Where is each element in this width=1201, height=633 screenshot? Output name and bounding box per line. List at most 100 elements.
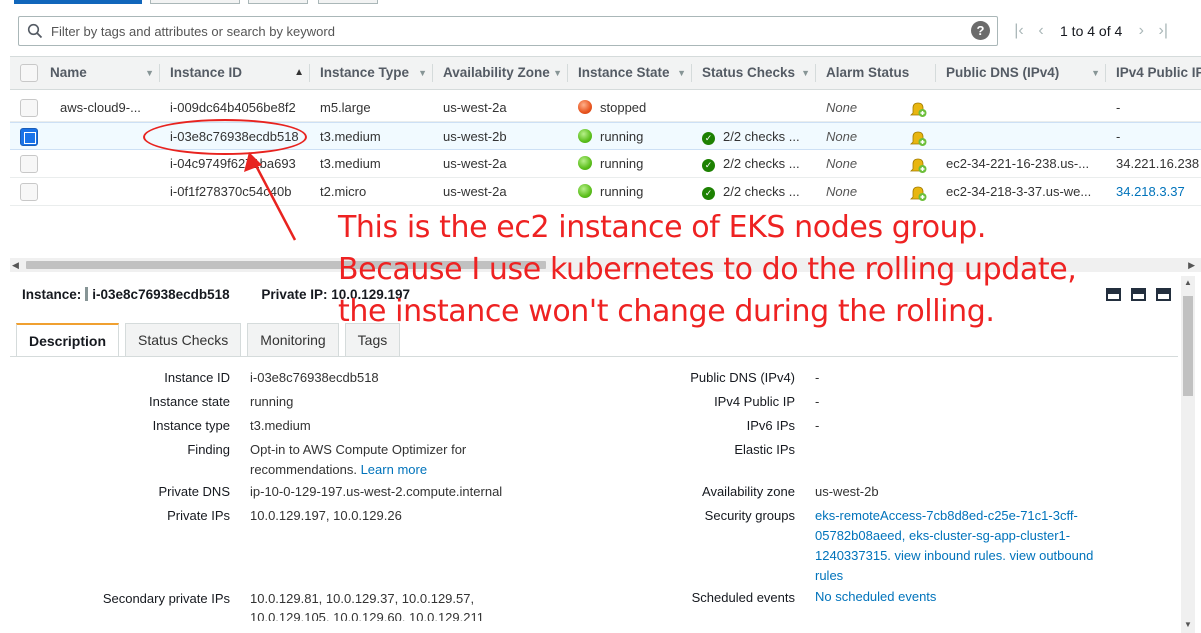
field-value-secondary-ips: 10.0.129.81, 10.0.129.37, 10.0.129.57, [250, 591, 475, 606]
column-header-instance-id[interactable]: Instance ID ▲ [160, 57, 310, 89]
annotation-line: Because I use kubernetes to do the rolli… [338, 252, 1077, 287]
running-status-icon [578, 129, 592, 143]
scroll-down-icon[interactable]: ▼ [1184, 620, 1192, 629]
tab-monitoring[interactable]: Monitoring [247, 323, 339, 357]
column-label: Public DNS (IPv4) [946, 65, 1060, 80]
column-header-alarm-status[interactable]: Alarm Status [816, 57, 936, 89]
scrollbar-thumb[interactable] [1183, 296, 1193, 396]
help-icon[interactable]: ? [971, 21, 990, 40]
minimize-panel-icon[interactable] [1156, 288, 1171, 301]
column-header-public-dns[interactable]: Public DNS (IPv4) ▼ [936, 57, 1106, 89]
learn-more-link[interactable]: Learn more [361, 462, 427, 477]
check-icon: ✓ [702, 132, 715, 145]
toolbar-button[interactable] [248, 0, 308, 4]
cell-availability-zone: us-west-2a [443, 100, 507, 115]
row-checkbox[interactable] [20, 128, 38, 146]
field-label-availability-zone: Availability zone [702, 484, 795, 499]
cell-public-dns: ec2-34-221-16-238.us-... [946, 156, 1090, 171]
column-label: Name [50, 65, 87, 80]
last-page-icon[interactable]: ›| [1152, 22, 1174, 40]
cell-public-dns: ec2-34-218-3-37.us-we... [946, 184, 1092, 199]
tab-status-checks[interactable]: Status Checks [125, 323, 242, 357]
column-label: Instance Type [320, 65, 410, 80]
row-checkbox[interactable] [20, 183, 38, 201]
cell-status-checks: ✓ 2/2 checks ... [702, 178, 812, 206]
vertical-scrollbar[interactable]: ▲ ▼ [1181, 276, 1195, 633]
prev-page-icon[interactable]: ‹ [1030, 22, 1052, 40]
column-header-name[interactable]: Name ▼ [50, 57, 160, 89]
field-value-security-groups: eks-remoteAccess-7cb8d8ed-c25e-71c1-3cff… [815, 506, 1107, 586]
cell-name [60, 123, 155, 151]
private-ip-label: Private IP: [261, 287, 328, 302]
table-row[interactable]: aws-cloud9-... i-009dc64b4056be8f2 m5.la… [10, 94, 1201, 122]
column-label: IPv4 Public IP [1116, 65, 1201, 80]
cell-instance-type: m5.large [320, 100, 371, 115]
checks-text: 2/2 checks ... [723, 129, 800, 144]
field-label-security-groups: Security groups [704, 508, 795, 523]
scroll-left-icon[interactable]: ◀ [12, 260, 19, 271]
field-label-instance-state: Instance state [149, 394, 230, 409]
launch-instance-button[interactable] [14, 0, 142, 4]
first-page-icon[interactable]: |‹ [1008, 22, 1030, 40]
field-value-availability-zone: us-west-2b [815, 484, 879, 499]
scroll-up-icon[interactable]: ▲ [1184, 278, 1192, 287]
annotation-ellipse [143, 119, 307, 155]
field-value-private-ips: 10.0.129.197, 10.0.129.26 [250, 508, 402, 523]
field-value-scheduled-events[interactable]: No scheduled events [815, 587, 936, 607]
column-label: Instance State [578, 65, 670, 80]
column-header-instance-state[interactable]: Instance State ▼ [568, 57, 692, 89]
select-all-checkbox[interactable] [20, 64, 38, 82]
field-label-public-dns: Public DNS (IPv4) [690, 370, 795, 385]
cell-instance-id: i-0f1f278370c54c40b [170, 184, 292, 199]
column-header-instance-type[interactable]: Instance Type ▼ [310, 57, 433, 89]
create-alarm-icon[interactable] [909, 156, 927, 174]
field-value-instance-type: t3.medium [250, 418, 311, 433]
toolbar-button[interactable] [318, 0, 378, 4]
annotation-line: This is the ec2 instance of EKS nodes gr… [338, 210, 987, 245]
cell-public-ip: - [1116, 129, 1121, 144]
chevron-down-icon: ▼ [1091, 68, 1100, 78]
cell-instance-type: t3.medium [320, 156, 381, 171]
column-header-status-checks[interactable]: Status Checks ▼ [692, 57, 816, 89]
cell-name: aws-cloud9-... [60, 100, 141, 115]
column-header-ipv4-public-ip[interactable]: IPv4 Public IP [1106, 57, 1201, 89]
tab-description[interactable]: Description [16, 323, 120, 357]
create-alarm-icon[interactable] [909, 184, 927, 202]
running-status-icon [578, 156, 592, 170]
chevron-down-icon: ▼ [677, 68, 686, 78]
maximize-panel-icon[interactable] [1106, 288, 1121, 301]
chevron-down-icon: ▼ [418, 68, 427, 78]
field-value-secondary-ips-2: 10.0.129.105, 10.0.129.60, 10.0.129.211 [250, 610, 484, 621]
cell-alarm-status: None [826, 184, 858, 199]
create-alarm-icon[interactable] [909, 100, 927, 118]
column-label: Alarm Status [826, 65, 910, 80]
search-bar[interactable] [18, 16, 998, 46]
cell-status-checks: ✓ 2/2 checks ... [702, 150, 812, 178]
check-icon: ✓ [702, 159, 715, 172]
search-input[interactable] [49, 20, 949, 42]
row-checkbox[interactable] [20, 99, 38, 117]
restore-panel-icon[interactable] [1131, 288, 1146, 301]
view-inbound-rules-link[interactable]: view inbound rules. [895, 548, 1006, 563]
field-value-private-dns: ip-10-0-129-197.us-west-2.compute.intern… [250, 484, 503, 499]
field-value-finding: Opt-in to AWS Compute Optimizer for reco… [250, 440, 490, 480]
table-header: Name ▼ Instance ID ▲ Instance Type ▼ Availa… [10, 56, 1201, 90]
cell-instance-state: running [578, 150, 688, 178]
cell-public-ip-link[interactable]: 34.218.3.37 [1116, 178, 1201, 206]
cell-instance-state: stopped [578, 94, 688, 122]
create-alarm-icon[interactable] [909, 129, 927, 147]
cell-public-dns [946, 123, 1101, 151]
cell-availability-zone: us-west-2a [443, 156, 507, 171]
cell-public-ip: 34.221.16.238 [1116, 156, 1200, 171]
panel-size-controls [1106, 288, 1171, 301]
table-row[interactable]: i-04c9749f6271ba693 t3.medium us-west-2a… [10, 150, 1201, 178]
field-label-scheduled-events: Scheduled events [691, 590, 795, 605]
table-row[interactable]: i-0f1f278370c54c40b t2.micro us-west-2a … [10, 178, 1201, 206]
field-value-public-dns: - [815, 370, 820, 385]
scroll-right-icon[interactable]: ▶ [1188, 260, 1195, 271]
cell-availability-zone: us-west-2b [443, 129, 507, 144]
row-checkbox[interactable] [20, 155, 38, 173]
toolbar-button[interactable] [150, 0, 240, 4]
next-page-icon[interactable]: › [1130, 22, 1152, 40]
column-header-availability-zone[interactable]: Availability Zone ▼ [433, 57, 568, 89]
